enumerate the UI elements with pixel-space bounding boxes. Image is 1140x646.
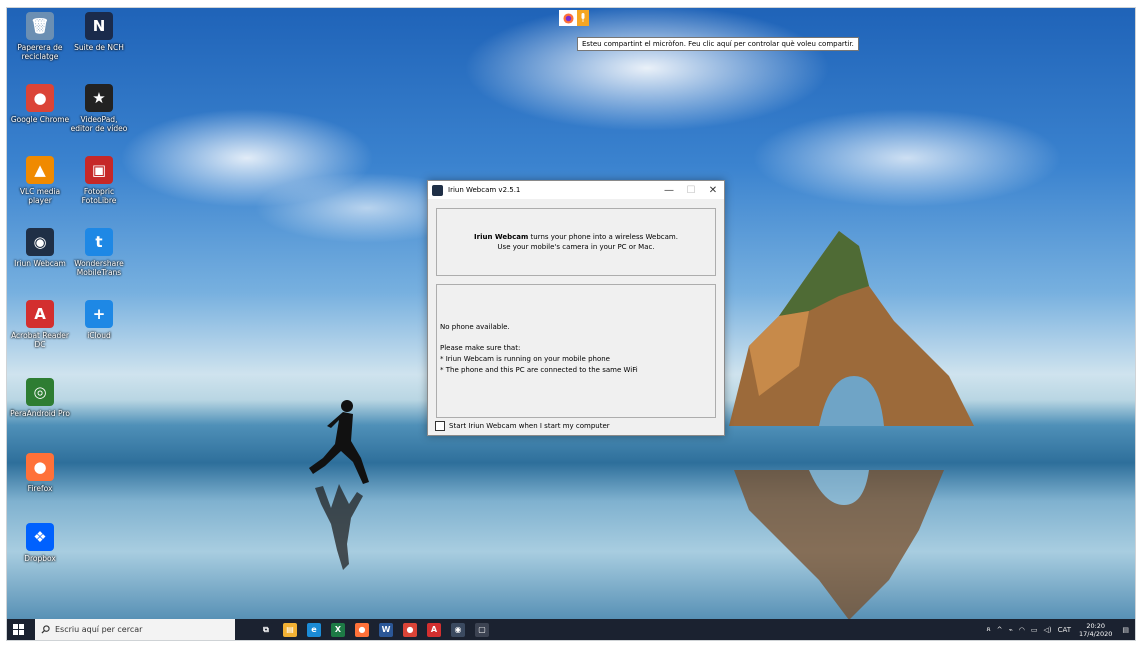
desktop-shortcut[interactable]: + iCloud: [69, 300, 129, 340]
system-tray: ጰ ^ ⌁ ◠ ▭ ◁) CAT 20:20 17/4/2020 ▤: [980, 619, 1129, 640]
instruction-item: * The phone and this PC are connected to…: [440, 366, 638, 374]
startup-checkbox[interactable]: [435, 421, 445, 431]
start-button[interactable]: [7, 619, 29, 640]
windows-icon: [12, 624, 24, 635]
desktop: 🗑 Paperera de reciclatge N Suite de NCH ● Goo…: [6, 7, 1136, 641]
no-phone-message: No phone available.: [440, 323, 510, 331]
maximize-button[interactable]: ☐: [680, 181, 702, 199]
desktop-shortcut-label: VideoPad, editor de vídeo: [70, 115, 128, 133]
clock-date: 17/4/2020: [1079, 629, 1113, 638]
acrobat-taskbar-icon[interactable]: A: [427, 622, 441, 637]
window-titlebar[interactable]: Iriun Webcam v2.5.1 — ☐ ✕: [428, 181, 724, 199]
search-icon: [41, 625, 50, 634]
intro-panel: Iriun Webcam turns your phone into a wir…: [436, 208, 716, 276]
battery-icon[interactable]: ▭: [1031, 626, 1038, 634]
intro-line-2: Use your mobile's camera in your PC or M…: [497, 243, 655, 251]
intro-text: turns your phone into a wireless Webcam.: [528, 233, 678, 241]
minimize-button[interactable]: —: [658, 181, 680, 199]
startup-label: Start Iriun Webcam when I start my compu…: [449, 422, 610, 430]
microphone-icon: [577, 10, 589, 26]
desktop-shortcut-label: Suite de NCH: [74, 43, 124, 52]
desktop-shortcut-label: Firefox: [27, 484, 53, 493]
search-placeholder: Escriu aquí per cercar: [55, 625, 143, 634]
desktop-shortcut-label: VLC media player: [19, 187, 61, 205]
app-taskbar-icon[interactable]: ▢: [475, 622, 489, 637]
firefox-taskbar-icon[interactable]: ●: [355, 622, 369, 637]
desktop-shortcut-label: Iriun Webcam: [14, 259, 66, 268]
desktop-shortcut[interactable]: ▲ VLC media player: [10, 156, 70, 205]
desktop-shortcut-label: Google Chrome: [10, 115, 70, 124]
desktop-shortcut[interactable]: A Acrobat Reader DC: [10, 300, 70, 349]
iriun-webcam-window: Iriun Webcam v2.5.1 — ☐ ✕ Iriun Webcam t…: [427, 180, 725, 436]
desktop-shortcut-label: Dropbox: [24, 554, 56, 563]
desktop-shortcut[interactable]: ★ VideoPad, editor de vídeo: [69, 84, 129, 133]
clock[interactable]: 20:20 17/4/2020: [1079, 622, 1112, 638]
mic-sharing-indicator[interactable]: [559, 10, 589, 26]
window-title: Iriun Webcam v2.5.1: [448, 186, 521, 194]
wifi-icon[interactable]: ◠: [1019, 626, 1025, 634]
close-button[interactable]: ✕: [702, 181, 724, 199]
intro-line-1: Iriun Webcam turns your phone into a wir…: [474, 232, 678, 242]
language-indicator[interactable]: CAT: [1058, 626, 1071, 634]
firefox-icon: ●: [26, 453, 54, 481]
chrome-taskbar-icon[interactable]: ●: [403, 622, 417, 637]
maximize-icon: ☐: [686, 184, 696, 196]
task-view-icon[interactable]: ⧉: [259, 622, 273, 637]
recycle-bin-icon: 🗑: [26, 12, 54, 40]
taskbar-search[interactable]: Escriu aquí per cercar: [35, 619, 235, 640]
instruction-item: * Iriun Webcam is running on your mobile…: [440, 355, 610, 363]
word-icon[interactable]: W: [379, 622, 393, 637]
rock-formation-image: [729, 231, 974, 426]
acrobat-icon: A: [26, 300, 54, 328]
desktop-shortcut[interactable]: ● Google Chrome: [10, 84, 70, 124]
iriun-taskbar-icon[interactable]: ◉: [451, 622, 465, 637]
startup-option[interactable]: Start Iriun Webcam when I start my compu…: [435, 421, 610, 431]
rock-reflection-image: [734, 470, 944, 620]
desktop-shortcut[interactable]: ◎ PeraAndroid Pro: [10, 378, 70, 418]
network-icon[interactable]: ⌁: [1009, 626, 1013, 634]
icloud-icon: +: [85, 300, 113, 328]
firefox-icon: [559, 10, 577, 26]
desktop-shortcut-label: iCloud: [87, 331, 111, 340]
desktop-shortcut[interactable]: ● Firefox: [10, 453, 70, 493]
notifications-icon[interactable]: ▤: [1122, 626, 1129, 634]
desktop-shortcut[interactable]: N Suite de NCH: [69, 12, 129, 52]
intro-brand: Iriun Webcam: [474, 233, 529, 241]
minimize-icon: —: [664, 184, 674, 196]
taskbar: Escriu aquí per cercar ⧉ ▤ e X ● W ● A ◉ ▢ ጰ ^ ⌁ …: [7, 619, 1135, 640]
vlc-icon: ▲: [26, 156, 54, 184]
runner-reflection: [315, 484, 363, 570]
clock-time: 20:20: [1086, 621, 1106, 630]
desktop-shortcut[interactable]: 🗑 Paperera de reciclatge: [10, 12, 70, 61]
desktop-shortcut[interactable]: ▣ Fotopric FotoLibre: [69, 156, 129, 205]
desktop-shortcut[interactable]: ◉ Iriun Webcam: [10, 228, 70, 268]
desktop-shortcut[interactable]: ❖ Dropbox: [10, 523, 70, 563]
mobiletrans-icon: t: [85, 228, 113, 256]
instructions-heading: Please make sure that:: [440, 344, 521, 352]
iriun-webcam-icon: ◉: [26, 228, 54, 256]
desktop-shortcut[interactable]: t Wondershare MobileTrans: [69, 228, 129, 277]
desktop-shortcut-label: Acrobat Reader DC: [11, 331, 69, 349]
desktop-shortcut-label: Paperera de reciclatge: [17, 43, 63, 61]
people-icon[interactable]: ጰ: [986, 625, 990, 634]
volume-icon[interactable]: ◁): [1043, 626, 1051, 634]
excel-icon[interactable]: X: [331, 622, 345, 637]
close-icon: ✕: [708, 184, 718, 196]
file-explorer-icon[interactable]: ▤: [283, 622, 297, 637]
chrome-icon: ●: [26, 84, 54, 112]
desktop-shortcut-label: Fotopric FotoLibre: [81, 187, 117, 205]
chevron-up-icon[interactable]: ^: [997, 626, 1003, 634]
videopad-icon: ★: [85, 84, 113, 112]
desktop-shortcut-label: PeraAndroid Pro: [10, 409, 70, 418]
dropbox-icon: ❖: [26, 523, 54, 551]
iriun-app-icon: [432, 184, 443, 196]
nch-suite-icon: N: [85, 12, 113, 40]
peraandroid-icon: ◎: [26, 378, 54, 406]
mic-sharing-tooltip: Esteu compartint el micròfon. Feu clic a…: [577, 37, 859, 51]
desktop-shortcut-label: Wondershare MobileTrans: [74, 259, 124, 277]
edge-icon[interactable]: e: [307, 622, 321, 637]
fotopric-icon: ▣: [85, 156, 113, 184]
status-panel: No phone available. Please make sure tha…: [436, 284, 716, 418]
runner-silhouette: [309, 400, 369, 484]
